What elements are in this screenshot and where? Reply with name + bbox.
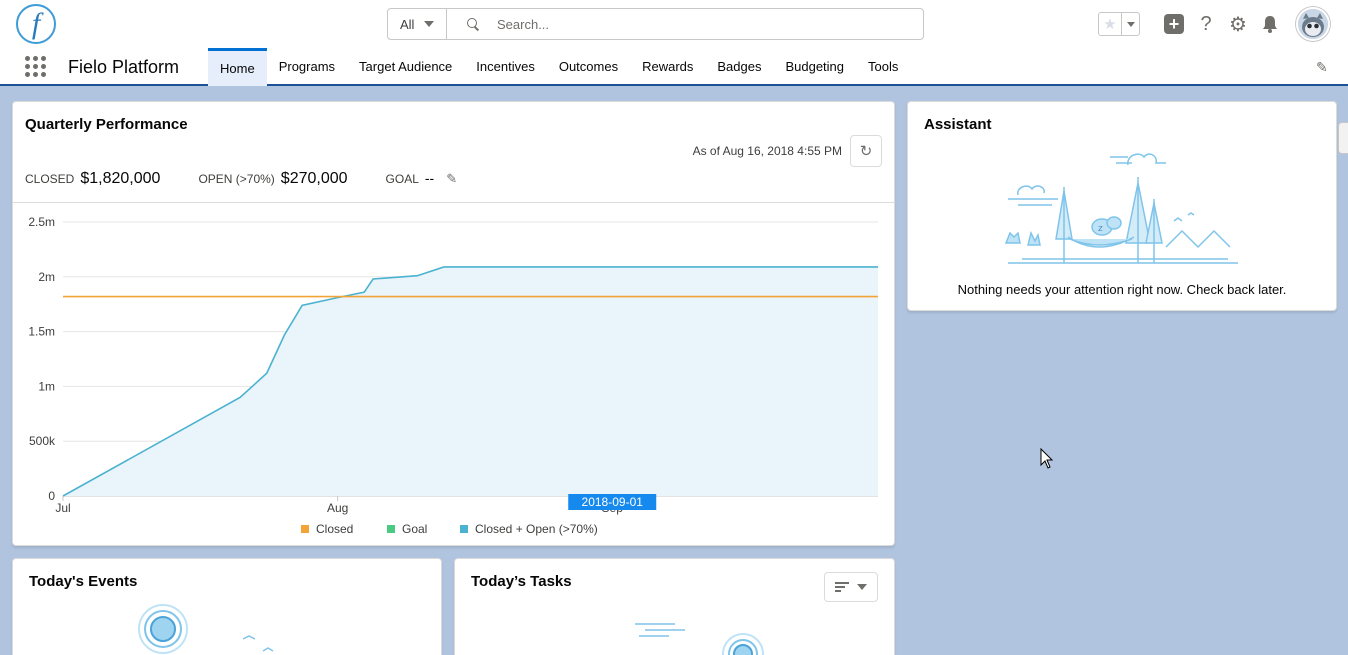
tab-incentives[interactable]: Incentives [464,48,547,86]
closed-value: $1,820,000 [80,170,161,187]
y-tick-label: 0 [48,489,55,503]
goal-label: GOAL [385,172,419,186]
bell-icon[interactable] [1254,8,1286,40]
star-icon[interactable]: ★ [1099,13,1121,35]
x-tick-label: Aug [327,501,348,515]
tab-outcomes[interactable]: Outcomes [547,48,630,86]
app-launcher-icon[interactable] [25,56,46,77]
help-icon[interactable]: ? [1190,8,1222,40]
gear-icon[interactable]: ⚙ [1222,8,1254,40]
y-tick-label: 1.5m [28,325,55,339]
performance-chart: 0500k1m1.5m2m2.5mJulAugSep2018-09-01Clos… [28,215,878,536]
favorites-dropdown[interactable] [1121,13,1139,35]
app-nav-bar: Fielo Platform Home Programs Target Audi… [0,48,1348,86]
closed-label: CLOSED [25,172,75,186]
header-actions: ★ + ? ⚙ [1098,6,1330,42]
card-title: Today’s Tasks [471,573,572,590]
svg-text:z: z [1098,224,1103,234]
sort-icon [835,582,849,592]
legend-label: Closed [316,522,353,536]
global-header: f All ★ + ? ⚙ [0,0,1348,48]
hover-date-label: 2018-09-01 [582,495,644,509]
todays-tasks-card: Today’s Tasks [454,558,895,655]
y-tick-label: 1m [38,379,55,393]
legend-label: Goal [402,522,427,536]
search-scope-label: All [400,16,415,32]
open-series-area [63,266,878,496]
task-filter-button[interactable] [824,572,878,602]
nav-tabs: Home Programs Target Audience Incentives… [208,48,910,86]
tab-badges[interactable]: Badges [705,48,773,86]
open-value: $270,000 [280,170,348,187]
y-tick-label: 2m [38,270,55,284]
search-scope-dropdown[interactable]: All [388,9,447,39]
chevron-down-icon [857,584,867,590]
tab-programs[interactable]: Programs [267,48,347,86]
card-title: Assistant [924,116,992,133]
app-name: Fielo Platform [68,57,180,77]
favorites-group: ★ [1098,12,1140,36]
plus-icon: + [1164,14,1184,34]
tab-rewards[interactable]: Rewards [630,48,705,86]
search-input[interactable] [497,16,897,32]
tab-home[interactable]: Home [208,48,267,86]
refresh-button[interactable]: ↻ [850,135,882,167]
as-of-timestamp: As of Aug 16, 2018 4:55 PM [692,144,842,158]
edit-goal-icon[interactable]: ✎ [446,171,457,187]
y-tick-label: 2.5m [28,215,55,229]
tab-target-audience[interactable]: Target Audience [347,48,464,86]
legend-label: Closed + Open (>70%) [475,522,598,536]
side-panel-handle[interactable] [1338,122,1348,154]
x-tick-label: Jul [55,501,70,515]
legend-swatch [301,525,309,533]
card-title: Quarterly Performance [25,116,188,133]
quarterly-performance-card: Quarterly Performance As of Aug 16, 2018… [12,101,895,546]
y-tick-label: 500k [29,434,56,448]
tab-budgeting[interactable]: Budgeting [773,48,856,86]
assistant-card: Assistant z Nothing needs your attention… [907,101,1337,311]
performance-metrics: CLOSED $1,820,000 OPEN (>70%) $270,000 G… [25,170,457,188]
events-illustration [138,604,274,654]
fielo-logo[interactable]: f [16,4,56,44]
open-label: OPEN (>70%) [198,172,275,186]
goal-value: -- [424,170,435,186]
hammock-illustration: z [1004,153,1238,264]
tasks-illustration [635,623,764,655]
todays-events-card: Today's Events [12,558,442,655]
assistant-message: Nothing needs your attention right now. … [957,282,1287,297]
legend-swatch [387,525,395,533]
chevron-down-icon [424,21,435,27]
refresh-icon: ↻ [859,143,873,160]
mouse-cursor-icon [1040,448,1054,469]
card-title: Today's Events [29,573,138,590]
search-icon [467,18,479,30]
tab-tools[interactable]: Tools [856,48,910,86]
global-search: All [387,8,924,40]
global-actions-button[interactable]: + [1158,8,1190,40]
edit-nav-icon[interactable]: ✎ [1316,59,1330,75]
avatar[interactable] [1296,7,1330,41]
chevron-down-icon [1126,21,1135,27]
legend-swatch [460,525,468,533]
